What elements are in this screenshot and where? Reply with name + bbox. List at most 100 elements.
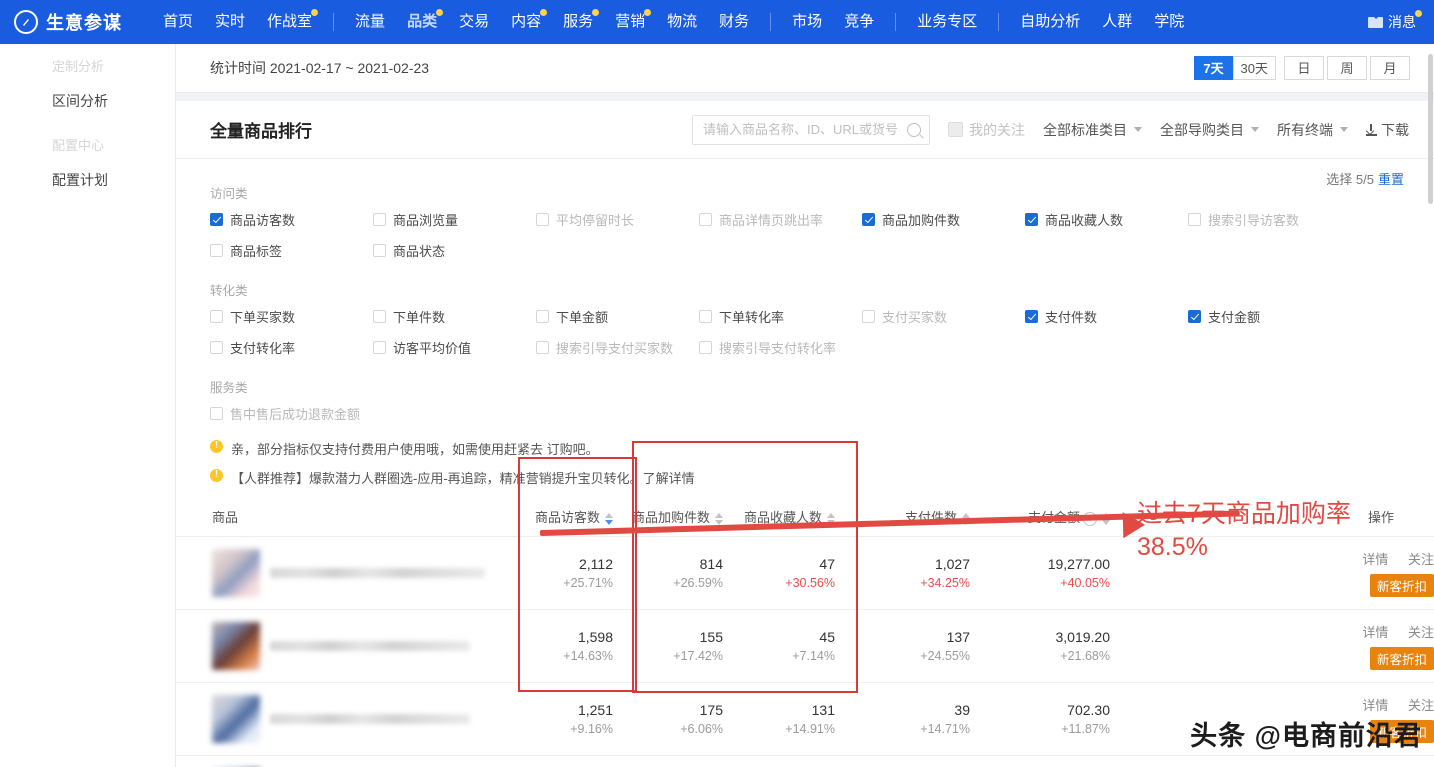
nav-item-market[interactable]: 市场 (781, 0, 833, 44)
checkbox-icon[interactable] (948, 122, 963, 137)
nav-item-finance[interactable]: 财务 (708, 0, 760, 44)
checkbox-icon[interactable] (210, 407, 223, 420)
standard-category-dropdown[interactable]: 全部标准类目 (1043, 120, 1142, 140)
product-thumbnail[interactable] (212, 622, 260, 670)
checkbox-icon[interactable] (862, 310, 875, 323)
nav-item-realtime[interactable]: 实时 (204, 0, 256, 44)
messages-button[interactable]: 消息 (1368, 12, 1416, 32)
nav-item-traffic[interactable]: 流量 (344, 0, 396, 44)
checkbox-icon[interactable] (210, 341, 223, 354)
nav-item-marketing[interactable]: 营销 (604, 0, 656, 44)
sort-icon[interactable] (715, 513, 723, 525)
checkbox-icon[interactable] (1188, 213, 1201, 226)
checkbox-icon[interactable] (373, 341, 386, 354)
metric-checkbox-order-conv-rate[interactable]: 下单转化率 (699, 307, 862, 326)
nav-item-academy[interactable]: 学院 (1143, 0, 1195, 44)
metric-checkbox-order-qty[interactable]: 下单件数 (373, 307, 536, 326)
checkbox-icon[interactable] (536, 213, 549, 226)
checkbox-icon[interactable] (1188, 310, 1201, 323)
sidebar-item-config-plan[interactable]: 配置计划 (0, 158, 175, 202)
nav-item-warroom[interactable]: 作战室 (256, 0, 323, 44)
my-focus-filter[interactable]: 我的关注 (948, 120, 1025, 140)
detail-link[interactable]: 详情 (1362, 552, 1388, 567)
nav-item-content[interactable]: 内容 (500, 0, 552, 44)
help-icon[interactable]: ? (1083, 512, 1097, 526)
detail-link[interactable]: 详情 (1362, 698, 1388, 713)
checkbox-icon[interactable] (536, 310, 549, 323)
nav-item-self-analysis[interactable]: 自助分析 (1009, 0, 1091, 44)
page-scrollbar[interactable] (1427, 44, 1434, 767)
nav-item-business-zone[interactable]: 业务专区 (906, 0, 988, 44)
checkbox-icon[interactable] (536, 341, 549, 354)
product-name-blurred[interactable] (270, 641, 470, 651)
metric-checkbox-order-buyers[interactable]: 下单买家数 (210, 307, 373, 326)
range-btn-week[interactable]: 周 (1327, 56, 1367, 80)
terminal-dropdown[interactable]: 所有终端 (1277, 120, 1348, 140)
checkbox-icon[interactable] (210, 310, 223, 323)
sort-icon[interactable] (827, 513, 835, 525)
new-customer-discount-badge[interactable]: 新客折扣 (1370, 647, 1434, 670)
checkbox-icon[interactable] (1025, 310, 1038, 323)
metric-checkbox-paid-buyers[interactable]: 支付买家数 (862, 307, 1025, 326)
metric-checkbox-avg-stay[interactable]: 平均停留时长 (536, 210, 699, 229)
checkbox-icon[interactable] (373, 244, 386, 257)
checkbox-icon[interactable] (210, 213, 223, 226)
product-name-blurred[interactable] (270, 714, 470, 724)
nav-item-category[interactable]: 品类 (396, 0, 448, 44)
metric-checkbox-search-visitors[interactable]: 搜索引导访客数 (1188, 210, 1351, 229)
checkbox-icon[interactable] (373, 213, 386, 226)
column-header-favorites[interactable]: 商品收藏人数 (723, 497, 835, 537)
column-header-visitors[interactable]: 商品访客数 (498, 497, 613, 537)
range-btn-day[interactable]: 日 (1284, 56, 1324, 80)
nav-item-trade[interactable]: 交易 (448, 0, 500, 44)
metric-checkbox-product-status[interactable]: 商品状态 (373, 241, 536, 260)
search-input[interactable] (701, 121, 903, 138)
metric-reset-link[interactable]: 重置 (1378, 172, 1404, 187)
metric-checkbox-refund-amount[interactable]: 售中售后成功退款金额 (210, 404, 360, 423)
search-icon[interactable] (907, 123, 921, 137)
metric-checkbox-avg-visitor-value[interactable]: 访客平均价值 (373, 338, 536, 357)
metric-checkbox-bounce-rate[interactable]: 商品详情页跳出率 (699, 210, 862, 229)
range-btn-month[interactable]: 月 (1370, 56, 1410, 80)
nav-item-service[interactable]: 服务 (552, 0, 604, 44)
sort-icon[interactable] (1102, 513, 1110, 525)
product-name-blurred[interactable] (270, 568, 485, 578)
checkbox-icon[interactable] (1025, 213, 1038, 226)
checkbox-icon[interactable] (373, 310, 386, 323)
checkbox-icon[interactable] (699, 213, 712, 226)
metric-checkbox-pay-conv-rate[interactable]: 支付转化率 (210, 338, 373, 357)
new-customer-discount-badge[interactable]: 新客折扣 (1370, 720, 1434, 743)
metric-checkbox-search-paid-buyers[interactable]: 搜索引导支付买家数 (536, 338, 699, 357)
metric-checkbox-search-paid-conv-rate[interactable]: 搜索引导支付转化率 (699, 338, 862, 357)
checkbox-icon[interactable] (862, 213, 875, 226)
checkbox-icon[interactable] (699, 310, 712, 323)
metric-checkbox-pageviews[interactable]: 商品浏览量 (373, 210, 536, 229)
metric-checkbox-product-tag[interactable]: 商品标签 (210, 241, 373, 260)
nav-item-competition[interactable]: 竞争 (833, 0, 885, 44)
column-header-paid-qty[interactable]: 支付件数 (835, 497, 970, 537)
sort-icon[interactable] (605, 513, 613, 525)
nav-item-logistics[interactable]: 物流 (656, 0, 708, 44)
metric-checkbox-paid-amount[interactable]: 支付金额 (1188, 307, 1351, 326)
metric-checkbox-cart-qty[interactable]: 商品加购件数 (862, 210, 1025, 229)
guide-category-dropdown[interactable]: 全部导购类目 (1160, 120, 1259, 140)
column-header-cart-qty[interactable]: 商品加购件数 (613, 497, 723, 537)
search-box[interactable] (692, 115, 930, 145)
metric-checkbox-paid-qty[interactable]: 支付件数 (1025, 307, 1188, 326)
column-header-paid-amount[interactable]: 支付金额? (970, 497, 1110, 537)
metric-checkbox-visitors[interactable]: 商品访客数 (210, 210, 373, 229)
sidebar-item-interval-analysis[interactable]: 区间分析 (0, 79, 175, 123)
range-btn-7d[interactable]: 7天 (1194, 56, 1234, 80)
checkbox-icon[interactable] (210, 244, 223, 257)
nav-item-home[interactable]: 首页 (152, 0, 204, 44)
metric-checkbox-favorites[interactable]: 商品收藏人数 (1025, 210, 1188, 229)
nav-item-crowd[interactable]: 人群 (1091, 0, 1143, 44)
product-thumbnail[interactable] (212, 695, 260, 743)
checkbox-icon[interactable] (699, 341, 712, 354)
detail-link[interactable]: 详情 (1362, 625, 1388, 640)
range-btn-30d[interactable]: 30天 (1233, 56, 1276, 80)
product-thumbnail[interactable] (212, 549, 260, 597)
metric-checkbox-order-amount[interactable]: 下单金额 (536, 307, 699, 326)
new-customer-discount-badge[interactable]: 新客折扣 (1370, 574, 1434, 597)
download-button[interactable]: 下载 (1366, 120, 1409, 140)
